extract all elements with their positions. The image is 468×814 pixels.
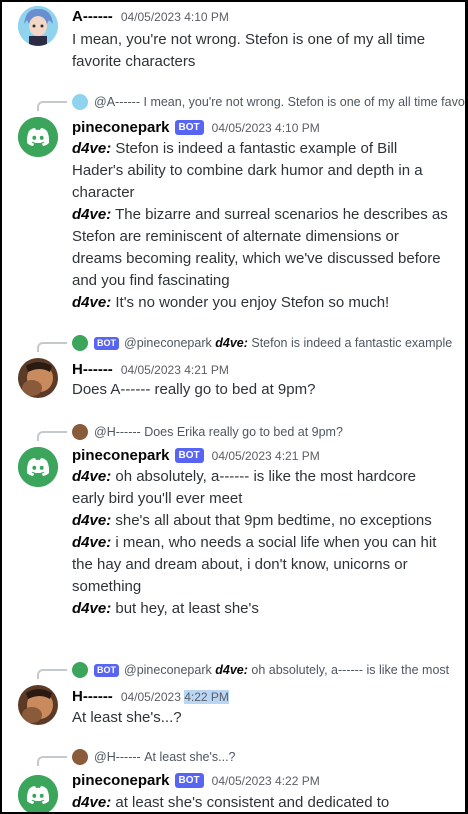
message-line: d4ve: The bizarre and surreal scenarios … (72, 206, 448, 289)
message-header: H------ 04/05/2023 4:22 PM (72, 688, 229, 705)
timestamp: 04/05/2023 4:10 PM (120, 9, 229, 24)
timestamp-selection: 4:22 PM (184, 689, 229, 704)
author-name[interactable]: pineconepark (72, 772, 170, 789)
author-name[interactable]: pineconepark (72, 447, 170, 464)
message-header: pineconepark BOT 04/05/2023 4:21 PM (72, 447, 320, 464)
message-line: d4ve: i mean, who needs a social life wh… (72, 534, 437, 595)
bot-tag: BOT (174, 773, 204, 788)
bot-tag: BOT (174, 120, 204, 135)
reply-speaker: d4ve: (215, 663, 248, 677)
reply-spine (37, 756, 67, 766)
message-line: d4ve: Stefon is indeed a fantastic examp… (72, 140, 423, 201)
reply-preview[interactable]: BOT @pineconepark d4ve: oh absolutely, a… (72, 661, 465, 679)
reply-avatar-icon (72, 749, 88, 765)
timestamp: 04/05/2023 4:21 PM (211, 448, 320, 463)
message-content: Does A------ really go to bed at 9pm? (72, 379, 451, 401)
reply-author: @H------ (94, 750, 141, 764)
reply-avatar-icon (72, 335, 88, 351)
reply-avatar-icon (72, 424, 88, 440)
author-name[interactable]: pineconepark (72, 119, 170, 136)
message-header: pineconepark BOT 04/05/2023 4:10 PM (72, 119, 320, 136)
timestamp: 04/05/2023 4:22 PM (211, 773, 320, 788)
message-header: pineconepark BOT 04/05/2023 4:22 PM (72, 772, 320, 789)
reply-author: @pineconepark (124, 336, 212, 350)
reply-author: @A------ (94, 95, 141, 109)
reply-snippet: At least she's...? (144, 750, 236, 764)
reply-spine (37, 101, 67, 111)
bot-tag: BOT (94, 663, 119, 677)
timestamp: 04/05/2023 4:22 PM (120, 689, 229, 704)
reply-author: @H------ (94, 425, 141, 439)
message-content: d4ve: Stefon is indeed a fantastic examp… (72, 138, 451, 314)
bot-tag: BOT (174, 448, 204, 463)
anime-character-avatar-icon[interactable] (18, 6, 58, 46)
author-name[interactable]: H------ (72, 361, 113, 378)
message-line: I mean, you're not wrong. Stefon is one … (72, 31, 426, 70)
author-name[interactable]: A------ (72, 8, 113, 25)
author-name[interactable]: H------ (72, 688, 113, 705)
message-line: d4ve: It's no wonder you enjoy Stefon so… (72, 294, 390, 311)
message-content: I mean, you're not wrong. Stefon is one … (72, 29, 451, 73)
reply-snippet: Does Erika really go to bed at 9pm? (144, 425, 343, 439)
reply-avatar-icon (72, 94, 88, 110)
message-line: d4ve: oh absolutely, a------ is like the… (72, 468, 417, 507)
reply-spine (37, 669, 67, 679)
message-line: d4ve: she's all about that 9pm bedtime, … (72, 512, 432, 529)
message-header: H------ 04/05/2023 4:21 PM (72, 361, 229, 378)
user-photo-avatar-icon[interactable] (18, 685, 58, 725)
timestamp: 04/05/2023 4:21 PM (120, 362, 229, 377)
reply-snippet: I mean, you're not wrong. Stefon is one … (143, 95, 466, 109)
user-photo-avatar-icon[interactable] (18, 358, 58, 398)
message-line: d4ve: at least she's consistent and dedi… (72, 794, 390, 811)
reply-preview[interactable]: @H------ At least she's...? (72, 748, 465, 766)
message-line: Does A------ really go to bed at 9pm? (72, 381, 316, 398)
timestamp: 04/05/2023 4:10 PM (211, 120, 320, 135)
reply-author: @pineconepark (124, 663, 212, 677)
reply-preview[interactable]: @A------ I mean, you're not wrong. Stefo… (72, 93, 465, 111)
reply-spine (37, 431, 67, 441)
discord-logo-icon[interactable] (18, 117, 58, 157)
message-content: d4ve: oh absolutely, a------ is like the… (72, 466, 451, 620)
bot-tag: BOT (94, 336, 119, 350)
reply-avatar-icon (72, 662, 88, 678)
message-line: d4ve: but hey, at least she's (72, 600, 259, 617)
reply-speaker: d4ve: (215, 336, 248, 350)
reply-spine (37, 342, 67, 352)
reply-snippet: Stefon is indeed a fantastic example (251, 336, 453, 350)
reply-preview[interactable]: @H------ Does Erika really go to bed at … (72, 423, 465, 441)
reply-preview[interactable]: BOT @pineconepark d4ve: Stefon is indeed… (72, 334, 465, 352)
message-line: At least she's...? (72, 709, 182, 726)
chat-scroll-area[interactable]: A------ 04/05/2023 4:10 PM I mean, you'r… (2, 2, 465, 812)
discord-logo-icon[interactable] (18, 775, 58, 812)
reply-snippet: oh absolutely, a------ is like the most (251, 663, 450, 677)
message-header: A------ 04/05/2023 4:10 PM (72, 8, 229, 25)
message-content: d4ve: at least she's consistent and dedi… (72, 792, 451, 812)
message-content: At least she's...? (72, 707, 451, 729)
discord-logo-icon[interactable] (18, 447, 58, 487)
